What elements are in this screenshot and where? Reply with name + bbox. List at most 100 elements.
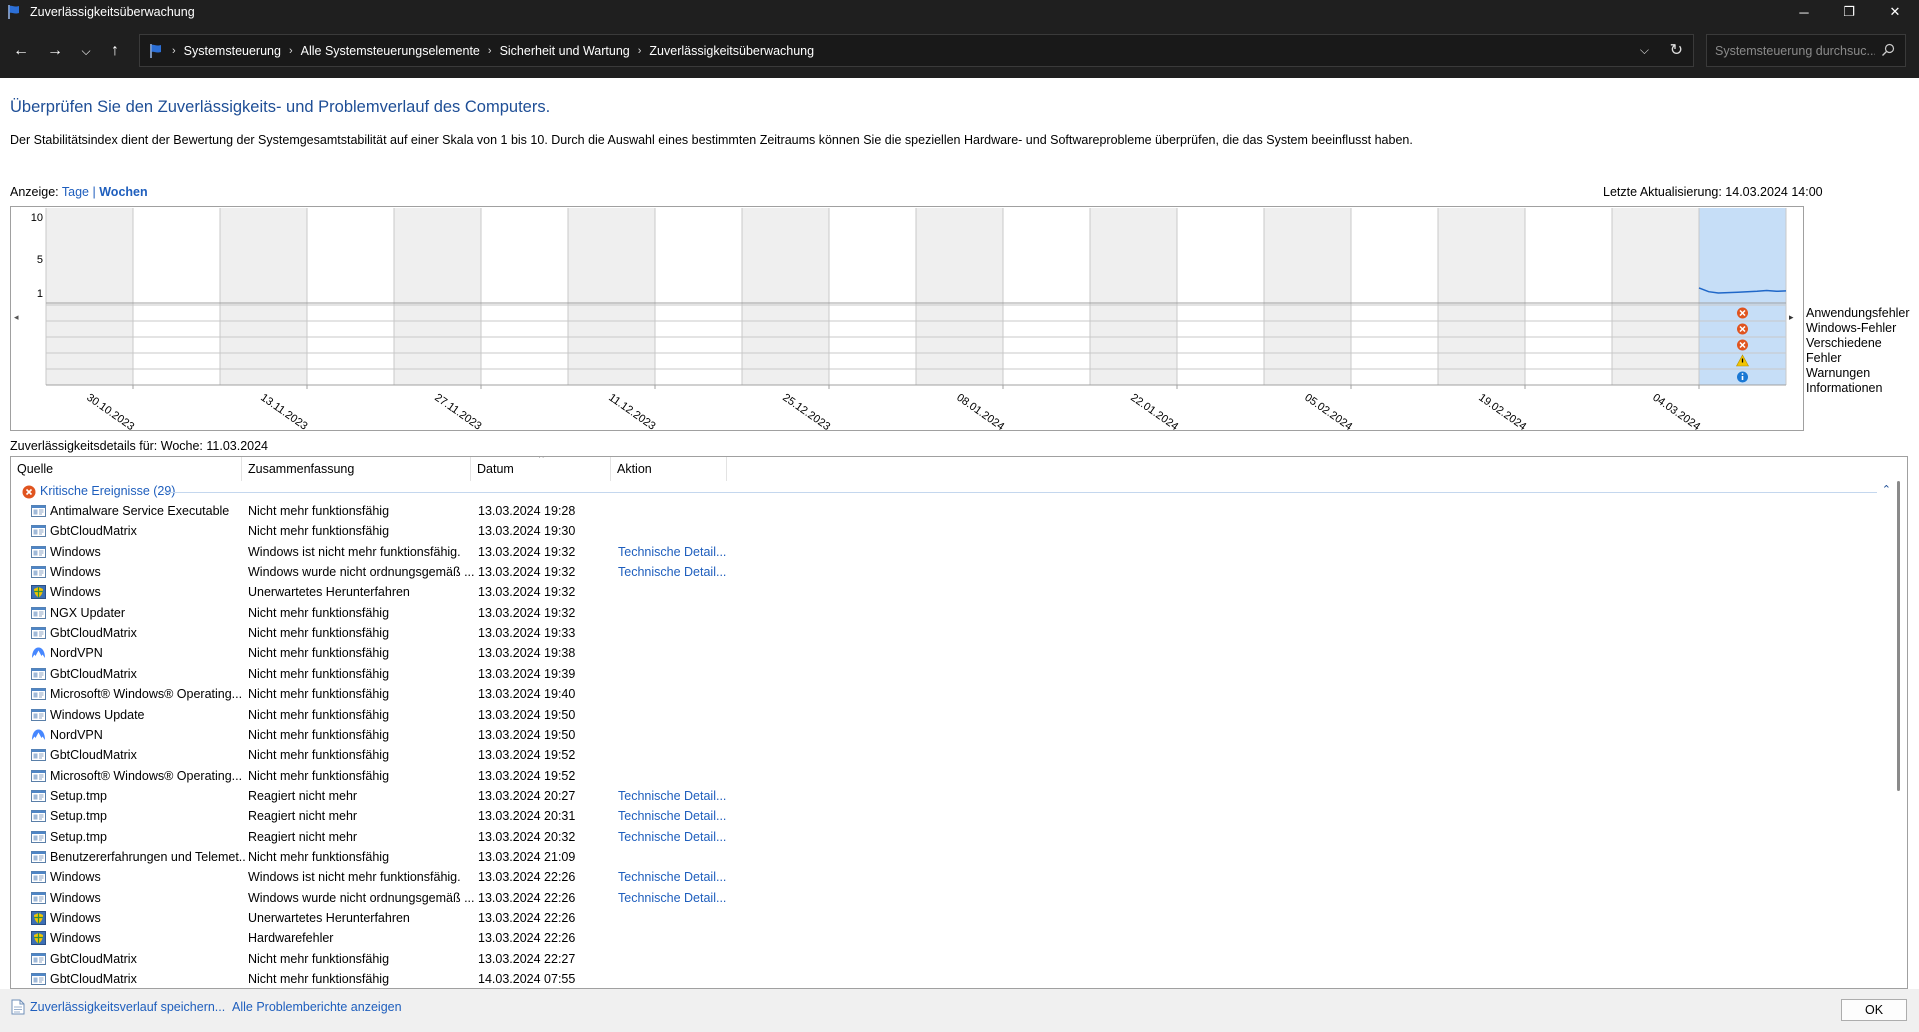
application-icon (31, 952, 46, 965)
ok-button[interactable]: OK (1841, 999, 1907, 1021)
application-icon (31, 891, 46, 904)
application-icon (31, 769, 46, 782)
chart-column (655, 208, 742, 385)
row-action-link[interactable]: Technische Detail... (618, 545, 738, 559)
scrollbar-thumb[interactable] (1897, 481, 1900, 791)
legend-anwendungsfehler: Anwendungsfehler (1806, 306, 1910, 320)
view-selector: Anzeige: Tage | Wochen (10, 185, 148, 199)
page-title: Überprüfen Sie den Zuverlässigkeits- und… (10, 98, 551, 116)
address-box[interactable]: › Systemsteuerung › Alle Systemsteuerung… (139, 34, 1694, 67)
row-action-link[interactable]: Technische Detail... (618, 789, 738, 803)
row-summary: Nicht mehr funktionsfähig (248, 951, 390, 966)
row-source: Windows (50, 911, 101, 925)
windows-shield-icon (31, 585, 46, 600)
row-action-link[interactable]: Technische Detail... (618, 870, 738, 884)
back-button[interactable]: ← (8, 39, 34, 63)
table-row[interactable]: GbtCloudMatrix Nicht mehr funktionsfähig 1… (11, 745, 1871, 765)
table-row[interactable]: Setup.tmp Reagiert nicht mehr 13.03.2024 2… (11, 827, 1871, 847)
row-action-link[interactable]: Technische Detail... (618, 891, 738, 905)
column-header-aktion[interactable]: Aktion (611, 457, 727, 481)
row-date: 13.03.2024 19:28 (478, 504, 576, 518)
column-header-quelle[interactable]: Quelle (11, 457, 242, 481)
breadcrumb-separator[interactable]: › (289, 45, 293, 57)
vertical-scrollbar[interactable] (1890, 481, 1907, 988)
row-action-link[interactable]: Technische Detail... (618, 830, 738, 844)
row-source: Windows (50, 544, 101, 559)
table-row[interactable]: Benutzererfahrungen und Telemet... Nicht … (11, 847, 1871, 867)
maximize-button[interactable]: ❐ (1826, 0, 1872, 24)
row-action-link[interactable]: Technische Detail... (618, 565, 738, 579)
breadcrumb-systemsteuerung[interactable]: Systemsteuerung (184, 44, 281, 58)
save-history-link[interactable]: Zuverlässigkeitsverlauf speichern... (30, 1000, 225, 1014)
table-row[interactable]: GbtCloudMatrix Nicht mehr funktionsfähig 1… (11, 664, 1871, 684)
table-row[interactable]: Antimalware Service Executable Nicht mehr… (11, 501, 1871, 521)
row-date: 13.03.2024 19:30 (478, 524, 576, 539)
chart-column (1438, 208, 1525, 385)
view-separator: | (92, 185, 96, 199)
table-row[interactable]: Windows Unerwartetes Herunterfahren 13.03.… (11, 908, 1871, 928)
chart-scroll-left-icon[interactable]: ◂ (14, 312, 19, 323)
table-row[interactable]: NGX Updater Nicht mehr funktionsfähig 13.0… (11, 603, 1871, 623)
address-dropdown-icon[interactable]: ⌵ (1640, 43, 1649, 58)
table-row[interactable]: Setup.tmp Reagiert nicht mehr 13.03.2024 2… (11, 806, 1871, 826)
chart-scroll-right-icon[interactable]: ▸ (1789, 312, 1794, 323)
breadcrumb-alle-elemente[interactable]: Alle Systemsteuerungselemente (301, 44, 480, 58)
table-row[interactable]: Windows Update Nicht mehr funktionsfähig 1… (11, 705, 1871, 725)
breadcrumb-separator[interactable]: › (488, 45, 492, 57)
search-box[interactable] (1706, 34, 1906, 67)
chart-column (394, 208, 481, 385)
forward-button[interactable]: → (42, 39, 68, 63)
table-row[interactable]: GbtCloudMatrix Nicht mehr funktionsfähig 1… (11, 521, 1871, 541)
table-row[interactable]: GbtCloudMatrix Nicht mehr funktionsfähig 1… (11, 949, 1871, 969)
table-row[interactable]: Windows Windows wurde nicht ordnungsgemäß… (11, 562, 1871, 582)
recent-locations-button[interactable]: ⌵ (73, 39, 99, 63)
table-row[interactable]: Microsoft® Windows® Operating... Nicht me… (11, 684, 1871, 704)
table-row[interactable]: NordVPN Nicht mehr funktionsfähig 13.03.20… (11, 643, 1871, 663)
stability-chart-svg[interactable]: 10 5 1 30.10.2023 13.11.2023 27.11.2023 11.12.… (11, 207, 1805, 432)
breadcrumb-separator[interactable]: › (638, 45, 642, 57)
up-button[interactable]: ↑ (102, 39, 128, 63)
table-row[interactable]: NordVPN Nicht mehr funktionsfähig 13.03.20… (11, 725, 1871, 745)
x-tick-label: 11.12.2023 (606, 392, 657, 432)
row-source: Setup.tmp (50, 809, 107, 824)
search-icon[interactable] (1881, 43, 1895, 57)
row-summary: Windows ist nicht mehr funktionsfähig. (248, 544, 461, 559)
row-summary: Windows wurde nicht ordnungsgemäß ... (248, 890, 475, 905)
table-header: Quelle Zusammenfassung Datum Aktion ^ (11, 457, 1907, 481)
row-action-link[interactable]: Technische Detail... (618, 809, 738, 823)
sort-ascending-icon: ^ (539, 456, 544, 464)
row-summary: Nicht mehr funktionsfähig (248, 727, 390, 742)
close-button[interactable]: ✕ (1872, 0, 1918, 24)
chart-column (1090, 208, 1177, 385)
search-input[interactable] (1715, 43, 1875, 58)
view-weeks-link[interactable]: Wochen (99, 185, 147, 199)
windows-shield-icon (31, 911, 46, 925)
row-summary: Nicht mehr funktionsfähig (248, 524, 390, 539)
breadcrumb-sicherheit-wartung[interactable]: Sicherheit und Wartung (500, 44, 630, 58)
table-row[interactable]: Windows Windows wurde nicht ordnungsgemäß… (11, 888, 1871, 908)
column-header-zusammenfassung[interactable]: Zusammenfassung (242, 457, 471, 481)
x-tick-label: 19.02.2024 (1476, 392, 1528, 432)
table-row[interactable]: Windows Hardwarefehler 13.03.2024 22:26 (11, 928, 1871, 948)
view-days-link[interactable]: Tage (62, 185, 89, 199)
row-date: 13.03.2024 19:32 (478, 544, 576, 559)
stability-chart[interactable]: 10 5 1 30.10.2023 13.11.2023 27.11.2023 11.12.… (10, 206, 1805, 432)
minimize-button[interactable]: ─ (1781, 0, 1827, 24)
group-header-critical[interactable]: Kritische Ereignisse (29) ⌃ (11, 481, 1907, 501)
table-row[interactable]: Windows Windows ist nicht mehr funktionsf… (11, 542, 1871, 562)
view-label: Anzeige: (10, 185, 59, 199)
table-row[interactable]: Microsoft® Windows® Operating... Nicht me… (11, 766, 1871, 786)
row-summary: Nicht mehr funktionsfähig (248, 707, 390, 722)
chart-column (307, 208, 394, 385)
table-row[interactable]: GbtCloudMatrix Nicht mehr funktionsfähig 1… (11, 623, 1871, 643)
application-icon (31, 830, 46, 843)
refresh-icon[interactable]: ↻ (1670, 40, 1683, 60)
all-problem-reports-link[interactable]: Alle Problemberichte anzeigen (232, 1000, 402, 1014)
breadcrumb-zuverlaessigkeit[interactable]: Zuverlässigkeitsüberwachung (649, 44, 814, 58)
table-row[interactable]: Windows Windows ist nicht mehr funktionsf… (11, 867, 1871, 887)
table-row[interactable]: GbtCloudMatrix Nicht mehr funktionsfähig 1… (11, 969, 1871, 988)
legend-informationen: Informationen (1806, 381, 1883, 395)
info-marker-dot (1741, 373, 1744, 375)
table-row[interactable]: Windows Unerwartetes Herunterfahren 13.03.… (11, 582, 1871, 602)
table-row[interactable]: Setup.tmp Reagiert nicht mehr 13.03.2024 2… (11, 786, 1871, 806)
